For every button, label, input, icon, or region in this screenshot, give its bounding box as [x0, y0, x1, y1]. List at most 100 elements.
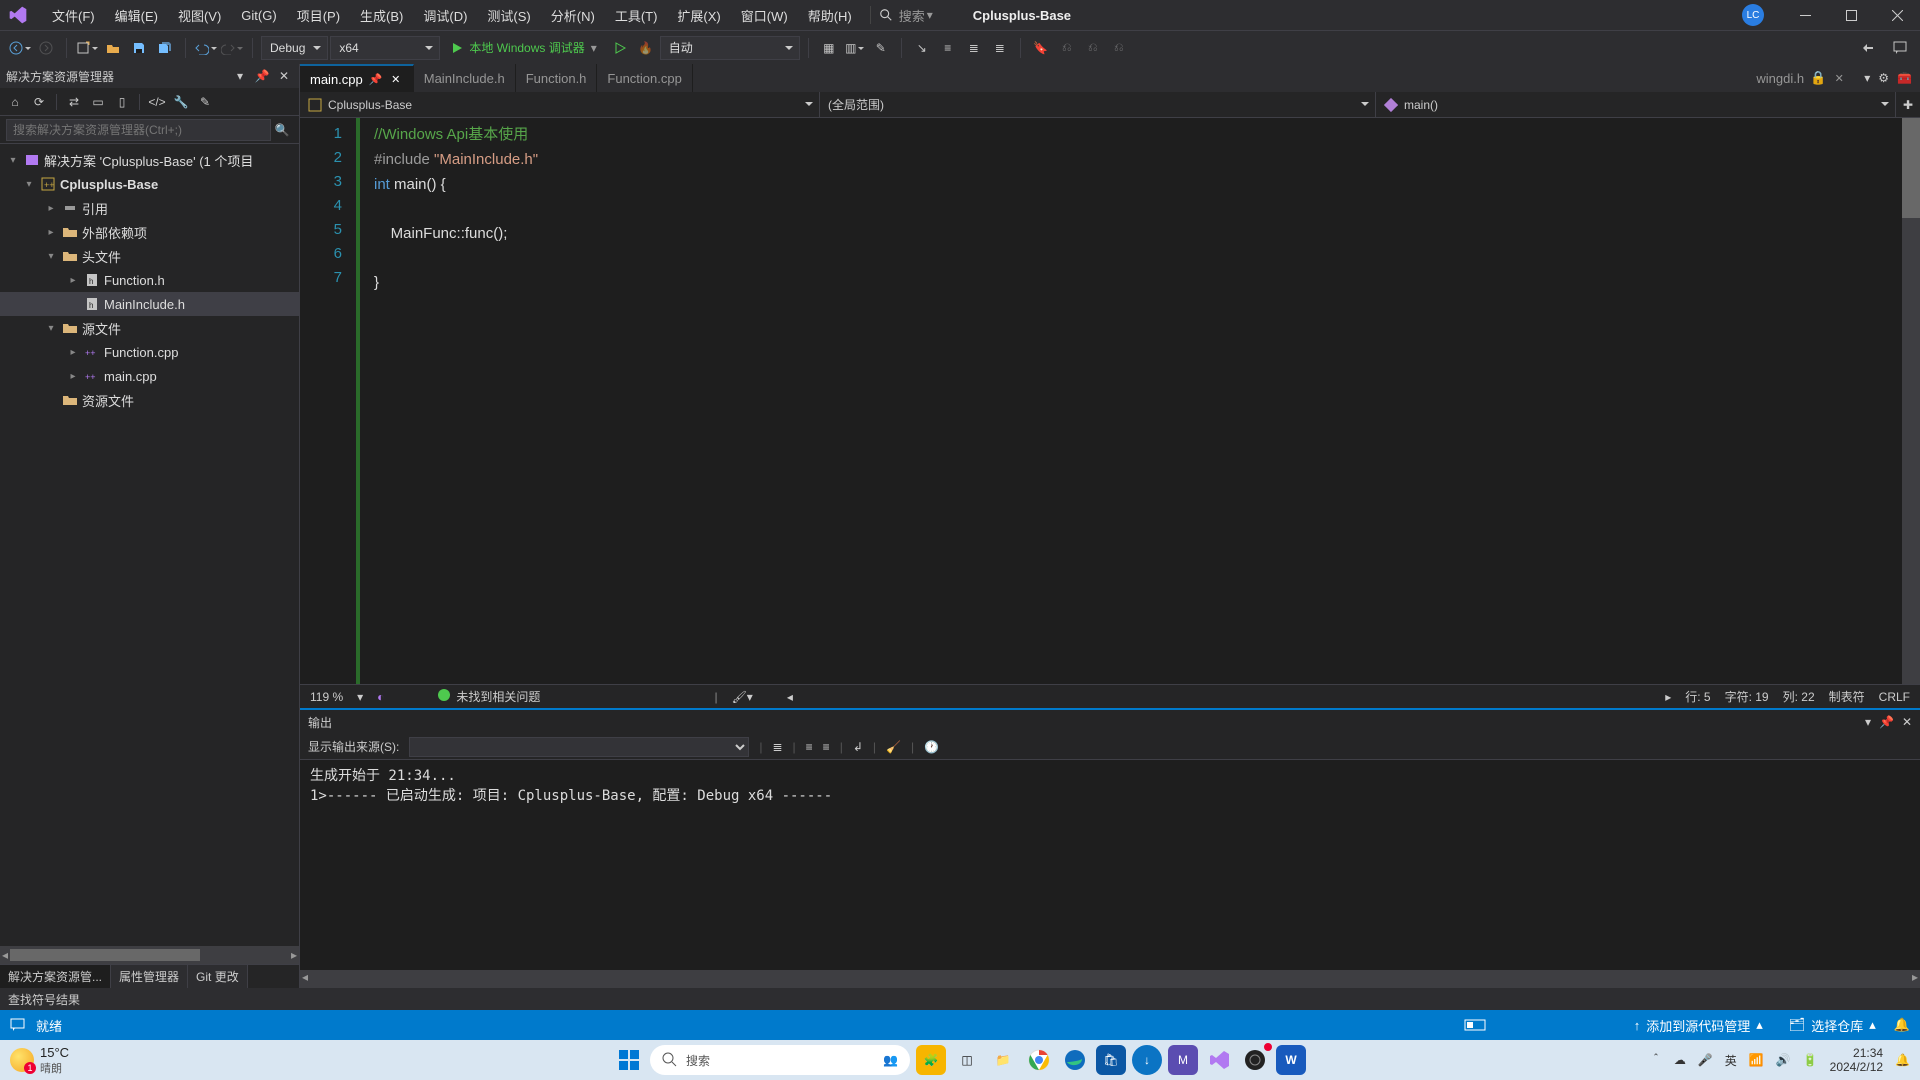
platform-combo[interactable]: x64 [330, 36, 440, 60]
out-tool-2[interactable]: ≡ [806, 740, 813, 754]
line-ending[interactable]: CRLF [1879, 690, 1910, 704]
out-tool-4[interactable]: ↲ [853, 740, 863, 754]
tree-references[interactable]: ▸ 引用 [0, 196, 299, 220]
search-label[interactable]: 搜索 [899, 6, 925, 25]
bookmark-icon[interactable]: 🔖 [1029, 36, 1053, 60]
exp-tool-2[interactable]: ⟳ [28, 91, 50, 113]
tb-icon-7[interactable]: ≣ [988, 36, 1012, 60]
explorer-dropdown-icon[interactable]: ▾ [231, 67, 249, 85]
output-text[interactable]: 生成开始于 21:34... 1>------ 已启动生成: 项目: Cplus… [300, 760, 1920, 970]
store-icon[interactable]: 🛍 [1096, 1045, 1126, 1075]
brush-icon[interactable]: 🖌▾ [732, 690, 753, 704]
wifi-icon[interactable]: 📶 [1749, 1053, 1764, 1067]
code-editor[interactable]: 1 2 3 4 5 6 7 //Windows Api基本使用 #include… [300, 118, 1920, 684]
taskbar-clock[interactable]: 21:34 2024/2/12 [1830, 1046, 1883, 1074]
onedrive-icon[interactable]: ☁ [1674, 1053, 1686, 1067]
window-maximize[interactable] [1828, 0, 1874, 30]
solution-tree[interactable]: ▾ 解决方案 'Cplusplus-Base' (1 个项目 ▾ ++ Cplu… [0, 144, 299, 946]
exp-tool-5[interactable]: ▯ [111, 91, 133, 113]
exp-tool-3[interactable]: ⇄ [63, 91, 85, 113]
output-pin-icon[interactable]: 📌 [1879, 715, 1894, 729]
tab-maininclude-h[interactable]: MainInclude.h [414, 64, 516, 92]
clock-icon[interactable]: 🕐 [924, 740, 939, 754]
window-close[interactable] [1874, 0, 1920, 30]
exp-tool-6[interactable]: </> [146, 91, 168, 113]
editor-vscroll[interactable] [1902, 118, 1920, 684]
start-debug-button[interactable]: 本地 Windows 调试器▾ [442, 36, 605, 60]
issues-label[interactable]: 未找到相关问题 [456, 690, 540, 704]
nav-scope[interactable]: (全局范围) [820, 92, 1376, 117]
tab-function-cpp[interactable]: Function.cpp [597, 64, 692, 92]
edge-icon[interactable] [1060, 1045, 1090, 1075]
tb-icon-3[interactable]: ✎ [869, 36, 893, 60]
mic-icon[interactable]: 🎤 [1698, 1053, 1713, 1067]
live-share-icon[interactable] [1856, 36, 1880, 60]
tree-file-function-h[interactable]: ▸ h Function.h [0, 268, 299, 292]
explorer-search-input[interactable] [6, 119, 271, 141]
undo-button[interactable] [194, 36, 218, 60]
new-item-button[interactable] [75, 36, 99, 60]
chrome-icon[interactable] [1024, 1045, 1054, 1075]
volume-icon[interactable]: 🔊 [1776, 1053, 1791, 1067]
indent-mode[interactable]: 制表符 [1829, 688, 1865, 705]
out-tool-clear[interactable]: 🧹 [886, 740, 901, 754]
tree-file-function-cpp[interactable]: ▸ ++ Function.cpp [0, 340, 299, 364]
exp-tool-7[interactable]: ✎ [194, 91, 216, 113]
tb-icon-1[interactable]: ▦ [817, 36, 841, 60]
notifications-icon[interactable]: 🔔 [1895, 1053, 1910, 1067]
menu-test[interactable]: 测试(S) [477, 0, 540, 30]
tree-project[interactable]: ▾ ++ Cplusplus-Base [0, 172, 299, 196]
close-icon[interactable]: ✕ [389, 72, 403, 86]
save-all-button[interactable] [153, 36, 177, 60]
open-file-button[interactable] [101, 36, 125, 60]
menu-help[interactable]: 帮助(H) [798, 0, 862, 30]
btab-git[interactable]: Git 更改 [188, 965, 248, 988]
auto-combo[interactable]: 自动 [660, 36, 800, 60]
explorer-close-icon[interactable]: ✕ [275, 67, 293, 85]
toolbox-icon[interactable]: 🧰 [1897, 71, 1912, 85]
obs-icon[interactable] [1240, 1045, 1270, 1075]
user-badge[interactable]: LC [1742, 4, 1764, 26]
tb-icon-6[interactable]: ≣ [962, 36, 986, 60]
tree-sources-folder[interactable]: ▾ 源文件 [0, 316, 299, 340]
tb-icon-4[interactable]: ↘ [910, 36, 934, 60]
wrench-icon[interactable]: 🔧 [170, 91, 192, 113]
tree-solution[interactable]: ▾ 解决方案 'Cplusplus-Base' (1 个项目 [0, 148, 299, 172]
hscroll-left[interactable]: ◂ [787, 690, 793, 704]
out-tool-1[interactable]: ≣ [772, 740, 782, 754]
app-purple-icon[interactable]: M [1168, 1045, 1198, 1075]
close-icon[interactable]: ✕ [1832, 71, 1846, 85]
exp-tool-4[interactable]: ▭ [87, 91, 109, 113]
start-button[interactable] [614, 1045, 644, 1075]
tree-file-maininclude-h[interactable]: h MainInclude.h [0, 292, 299, 316]
task-view-icon[interactable]: ◫ [952, 1045, 982, 1075]
app-blue-icon[interactable]: ↓ [1132, 1045, 1162, 1075]
nav-member[interactable]: main() [1376, 92, 1896, 117]
output-source-combo[interactable] [409, 737, 749, 757]
btab-properties[interactable]: 属性管理器 [111, 965, 188, 988]
btab-solution[interactable]: 解决方案资源管... [0, 965, 111, 988]
tree-headers-folder[interactable]: ▾ 头文件 [0, 244, 299, 268]
window-minimize[interactable] [1782, 0, 1828, 30]
menu-project[interactable]: 项目(P) [287, 0, 350, 30]
explorer-pin-icon[interactable]: 📌 [253, 67, 271, 85]
ime-indicator[interactable]: 英 [1725, 1052, 1737, 1069]
output-close-icon[interactable]: ✕ [1902, 715, 1912, 729]
tray-chevron-icon[interactable]: ＾ [1650, 1052, 1662, 1069]
tb-icon-5[interactable]: ≡ [936, 36, 960, 60]
word-icon[interactable]: W [1276, 1045, 1306, 1075]
home-icon[interactable]: ⌂ [4, 91, 26, 113]
app-icon[interactable]: 🧩 [916, 1045, 946, 1075]
output-dropdown-icon[interactable]: ▾ [1865, 715, 1871, 729]
tree-file-main-cpp[interactable]: ▸ ++ main.cpp [0, 364, 299, 388]
nav-back-button[interactable] [8, 36, 32, 60]
hot-reload-button[interactable]: 🔥 [634, 36, 658, 60]
split-icon[interactable]: ✚ [1896, 92, 1920, 117]
add-source-control-button[interactable]: ↑ 添加到源代码管理 ▴ [1626, 1010, 1771, 1040]
save-button[interactable] [127, 36, 151, 60]
pin-icon[interactable]: 📌 [369, 72, 383, 86]
file-explorer-icon[interactable]: 📁 [988, 1045, 1018, 1075]
select-repo-button[interactable]: 🗂 选择仓库 ▴ [1781, 1010, 1884, 1040]
start-nodebug-button[interactable] [608, 36, 632, 60]
tab-overflow-icon[interactable]: ▾ [1864, 71, 1870, 85]
